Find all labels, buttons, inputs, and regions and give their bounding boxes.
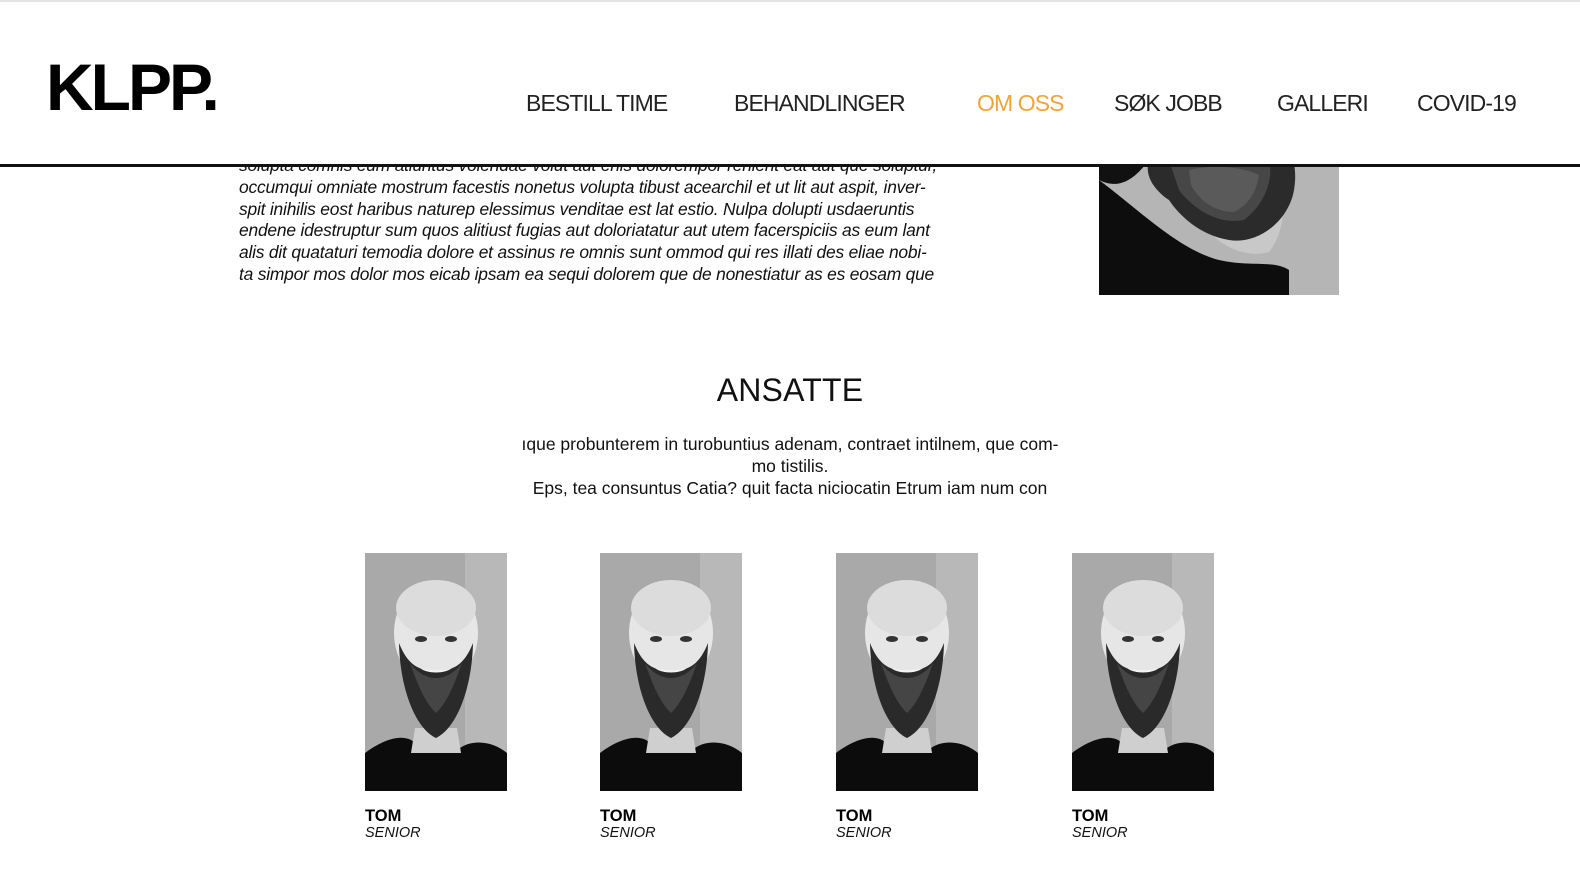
- staff-role: SENIOR: [365, 825, 421, 841]
- section-intro: ıque probunterem in turobuntius adenam, …: [521, 434, 1059, 498]
- main-nav: BESTILL TIME BEHANDLINGER OM OSS SØK JOB…: [0, 90, 1580, 120]
- staff-name: TOM: [1072, 807, 1109, 825]
- staff-card[interactable]: TOM SENIOR: [1072, 553, 1214, 842]
- site-header: KLPP. BESTILL TIME BEHANDLINGER OM OSS S…: [0, 0, 1580, 167]
- staff-name: TOM: [365, 807, 402, 825]
- staff-role: SENIOR: [1072, 825, 1128, 841]
- staff-name: TOM: [836, 807, 873, 825]
- staff-card[interactable]: TOM SENIOR: [600, 553, 742, 842]
- nav-item-galleri[interactable]: GALLERI: [1277, 90, 1369, 117]
- staff-card[interactable]: TOM SENIOR: [836, 553, 978, 842]
- nav-item-covid-19[interactable]: COVID-19: [1417, 90, 1517, 117]
- nav-item-bestill-time[interactable]: BESTILL TIME: [526, 90, 668, 117]
- staff-card[interactable]: TOM SENIOR: [365, 553, 507, 842]
- nav-item-sok-jobb[interactable]: SØK JOBB: [1114, 90, 1223, 117]
- staff-role: SENIOR: [600, 825, 656, 841]
- nav-item-om-oss[interactable]: OM OSS: [977, 90, 1065, 117]
- section-title: ANSATTE: [716, 372, 864, 408]
- staff-portrait: [836, 553, 978, 791]
- staff-role: SENIOR: [836, 825, 892, 841]
- nav-item-behandlinger[interactable]: BEHANDLINGER: [734, 90, 906, 117]
- about-text: solupta comnis eum atiuntus volendae vol…: [239, 155, 937, 284]
- staff-portrait: [365, 553, 507, 791]
- staff-name: TOM: [600, 807, 637, 825]
- staff-portrait: [1072, 553, 1214, 791]
- staff-portrait: [600, 553, 742, 791]
